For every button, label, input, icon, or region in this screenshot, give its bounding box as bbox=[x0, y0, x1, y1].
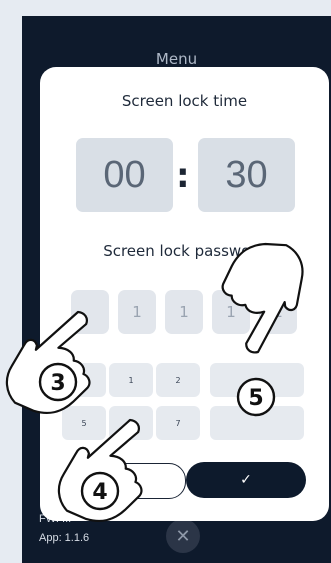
keypad-key[interactable]: 7 bbox=[156, 406, 200, 440]
lock-time-seconds[interactable]: 30 bbox=[198, 138, 295, 212]
password-digit[interactable]: 1 bbox=[118, 290, 156, 334]
close-icon: ✕ bbox=[175, 525, 191, 547]
password-digit[interactable]: 1 bbox=[212, 290, 250, 334]
keypad-key[interactable] bbox=[210, 406, 304, 440]
keypad-key[interactable]: 2 bbox=[156, 363, 200, 397]
check-icon: ✓ bbox=[240, 472, 252, 488]
cancel-button[interactable] bbox=[66, 463, 186, 499]
time-separator: : bbox=[176, 156, 190, 196]
keypad-key[interactable] bbox=[210, 363, 304, 397]
password-digit[interactable]: 1 bbox=[165, 290, 203, 334]
lock-time-title: Screen lock time bbox=[121, 92, 248, 110]
close-button[interactable]: ✕ bbox=[166, 519, 200, 553]
screen-lock-dialog: Screen lock time 00 : 30 Screen lock pas… bbox=[40, 67, 329, 521]
menu-title: Menu bbox=[155, 50, 198, 68]
lock-time-minutes[interactable]: 00 bbox=[76, 138, 173, 212]
keypad-key[interactable]: 1 bbox=[109, 363, 153, 397]
confirm-button[interactable]: ✓ bbox=[186, 462, 306, 498]
password-digit[interactable] bbox=[71, 290, 109, 334]
keypad-key[interactable] bbox=[62, 363, 106, 397]
password-digit[interactable]: 1 bbox=[259, 290, 297, 334]
keypad-key[interactable]: 5 bbox=[62, 406, 106, 440]
password-title: Screen lock password bbox=[103, 242, 266, 260]
app-version: App: 1.1.6 bbox=[39, 532, 90, 544]
keypad-key[interactable] bbox=[109, 406, 153, 440]
